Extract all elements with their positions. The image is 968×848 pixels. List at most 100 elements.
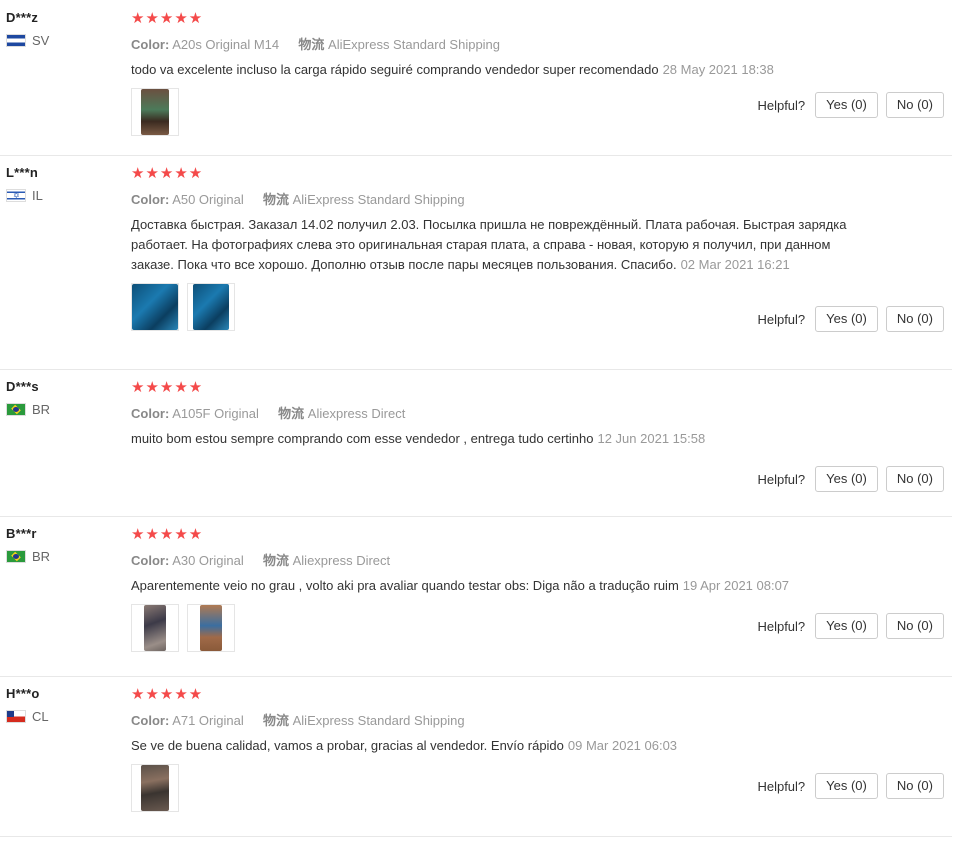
review-date: 12 Jun 2021 15:58 (597, 431, 706, 446)
shipping-method: Aliexpress Direct (292, 553, 391, 568)
review-photo[interactable] (187, 283, 235, 331)
review-meta: Color: A105F Original 物流 Aliexpress Dire… (131, 403, 851, 422)
helpful-vote: Helpful? Yes (0) No (0) (757, 306, 944, 332)
review-content: ★★★★★ Color: A50 Original 物流 AliExpress … (131, 165, 851, 331)
color-value: A50 Original (172, 192, 244, 207)
reviewer-name: L***n (6, 165, 39, 180)
review-item: D***s BR ★★★★★ Color: A105F Original 物流 … (0, 369, 952, 517)
vote-no-button[interactable]: No (0) (885, 466, 944, 492)
review-content: ★★★★★ Color: A20s Original M14 物流 AliExp… (131, 10, 851, 136)
country-code: BR (32, 402, 51, 417)
review-text: Aparentemente veio no grau , volto aki p… (131, 576, 851, 596)
review-item: D***z SV ★★★★★ Color: A20s Original M14 … (0, 0, 952, 156)
review-item: B***r BR ★★★★★ Color: A30 Original 物流 Al… (0, 516, 952, 677)
review-text: todo va excelente incluso la carga rápid… (131, 60, 851, 80)
review-meta: Color: A50 Original 物流 AliExpress Standa… (131, 189, 851, 208)
review-photo[interactable] (131, 88, 179, 136)
color-value: A71 Original (172, 713, 244, 728)
helpful-label: Helpful? (757, 778, 806, 794)
reviewer-country: BR (6, 402, 50, 417)
logistics-label: 物流 (298, 37, 325, 52)
helpful-vote: Helpful? Yes (0) No (0) (757, 773, 944, 799)
review-text: Доставка быстрая. Заказал 14.02 получил … (131, 215, 851, 275)
color-label: Color: (131, 553, 170, 568)
flag-il-icon (6, 189, 26, 202)
color-label: Color: (131, 713, 170, 728)
logistics-label: 物流 (262, 553, 289, 568)
color-value: A30 Original (172, 553, 244, 568)
review-body: muito bom estou sempre comprando com ess… (131, 431, 594, 446)
helpful-label: Helpful? (757, 618, 806, 634)
reviewer-country: BR (6, 549, 50, 564)
flag-sv-icon (6, 34, 26, 47)
review-photos (131, 88, 851, 136)
review-photos (131, 283, 851, 331)
vote-no-button[interactable]: No (0) (885, 92, 944, 118)
color-value: A105F Original (172, 406, 259, 421)
vote-yes-button[interactable]: Yes (0) (815, 773, 878, 799)
reviewer-name: H***o (6, 686, 40, 701)
color-label: Color: (131, 192, 170, 207)
reviewer-country: CL (6, 709, 49, 724)
vote-yes-button[interactable]: Yes (0) (815, 306, 878, 332)
vote-yes-button[interactable]: Yes (0) (815, 92, 878, 118)
review-content: ★★★★★ Color: A30 Original 物流 Aliexpress … (131, 526, 851, 652)
review-meta: Color: A71 Original 物流 AliExpress Standa… (131, 710, 851, 729)
country-code: SV (32, 33, 50, 48)
rating-stars-icon: ★★★★★ (131, 686, 204, 703)
color-value: A20s Original M14 (172, 37, 280, 52)
reviewer-country: IL (6, 188, 43, 203)
rating-stars-icon: ★★★★★ (131, 526, 204, 543)
reviewer-info: H***o CL (6, 686, 49, 724)
review-item: L***n IL ★★★★★ Color: A50 Original 物流 Al… (0, 155, 952, 370)
reviewer-info: B***r BR (6, 526, 50, 564)
rating-stars-icon: ★★★★★ (131, 379, 204, 396)
review-photo[interactable] (131, 764, 179, 812)
flag-cl-icon (6, 710, 26, 723)
reviewer-name: D***z (6, 10, 39, 25)
helpful-label: Helpful? (757, 311, 806, 327)
review-photo[interactable] (131, 283, 179, 331)
country-code: BR (32, 549, 51, 564)
vote-no-button[interactable]: No (0) (885, 306, 944, 332)
review-photo[interactable] (187, 604, 235, 652)
review-content: ★★★★★ Color: A71 Original 物流 AliExpress … (131, 686, 851, 812)
reviewer-info: D***s BR (6, 379, 50, 417)
review-content: ★★★★★ Color: A105F Original 物流 Aliexpres… (131, 379, 851, 449)
review-meta: Color: A20s Original M14 物流 AliExpress S… (131, 34, 851, 53)
shipping-method: AliExpress Standard Shipping (292, 713, 465, 728)
vote-no-button[interactable]: No (0) (885, 773, 944, 799)
review-body: todo va excelente incluso la carga rápid… (131, 62, 659, 77)
review-meta: Color: A30 Original 物流 Aliexpress Direct (131, 550, 851, 569)
review-item: H***o CL ★★★★★ Color: A71 Original 物流 Al… (0, 676, 952, 837)
helpful-vote: Helpful? Yes (0) No (0) (757, 92, 944, 118)
review-photos (131, 604, 851, 652)
helpful-label: Helpful? (757, 471, 806, 487)
shipping-method: Aliexpress Direct (307, 406, 406, 421)
reviewer-info: L***n IL (6, 165, 43, 203)
review-text: muito bom estou sempre comprando com ess… (131, 429, 851, 449)
helpful-vote: Helpful? Yes (0) No (0) (757, 466, 944, 492)
shipping-method: AliExpress Standard Shipping (292, 192, 465, 207)
review-date: 19 Apr 2021 08:07 (682, 578, 790, 593)
helpful-vote: Helpful? Yes (0) No (0) (757, 613, 944, 639)
review-body: Aparentemente veio no grau , volto aki p… (131, 578, 679, 593)
shipping-method: AliExpress Standard Shipping (328, 37, 501, 52)
color-label: Color: (131, 37, 170, 52)
color-label: Color: (131, 406, 170, 421)
review-photos (131, 764, 851, 812)
country-code: IL (32, 188, 43, 203)
reviewer-name: B***r (6, 526, 37, 541)
review-date: 09 Mar 2021 06:03 (567, 738, 678, 753)
vote-yes-button[interactable]: Yes (0) (815, 466, 878, 492)
review-photo[interactable] (131, 604, 179, 652)
review-text: Se ve de buena calidad, vamos a probar, … (131, 736, 851, 756)
review-date: 02 Mar 2021 16:21 (680, 257, 790, 272)
country-code: CL (32, 709, 49, 724)
logistics-label: 物流 (262, 192, 289, 207)
reviewer-country: SV (6, 33, 49, 48)
vote-yes-button[interactable]: Yes (0) (815, 613, 878, 639)
vote-no-button[interactable]: No (0) (885, 613, 944, 639)
review-body: Se ve de buena calidad, vamos a probar, … (131, 738, 564, 753)
reviewer-info: D***z SV (6, 10, 49, 48)
